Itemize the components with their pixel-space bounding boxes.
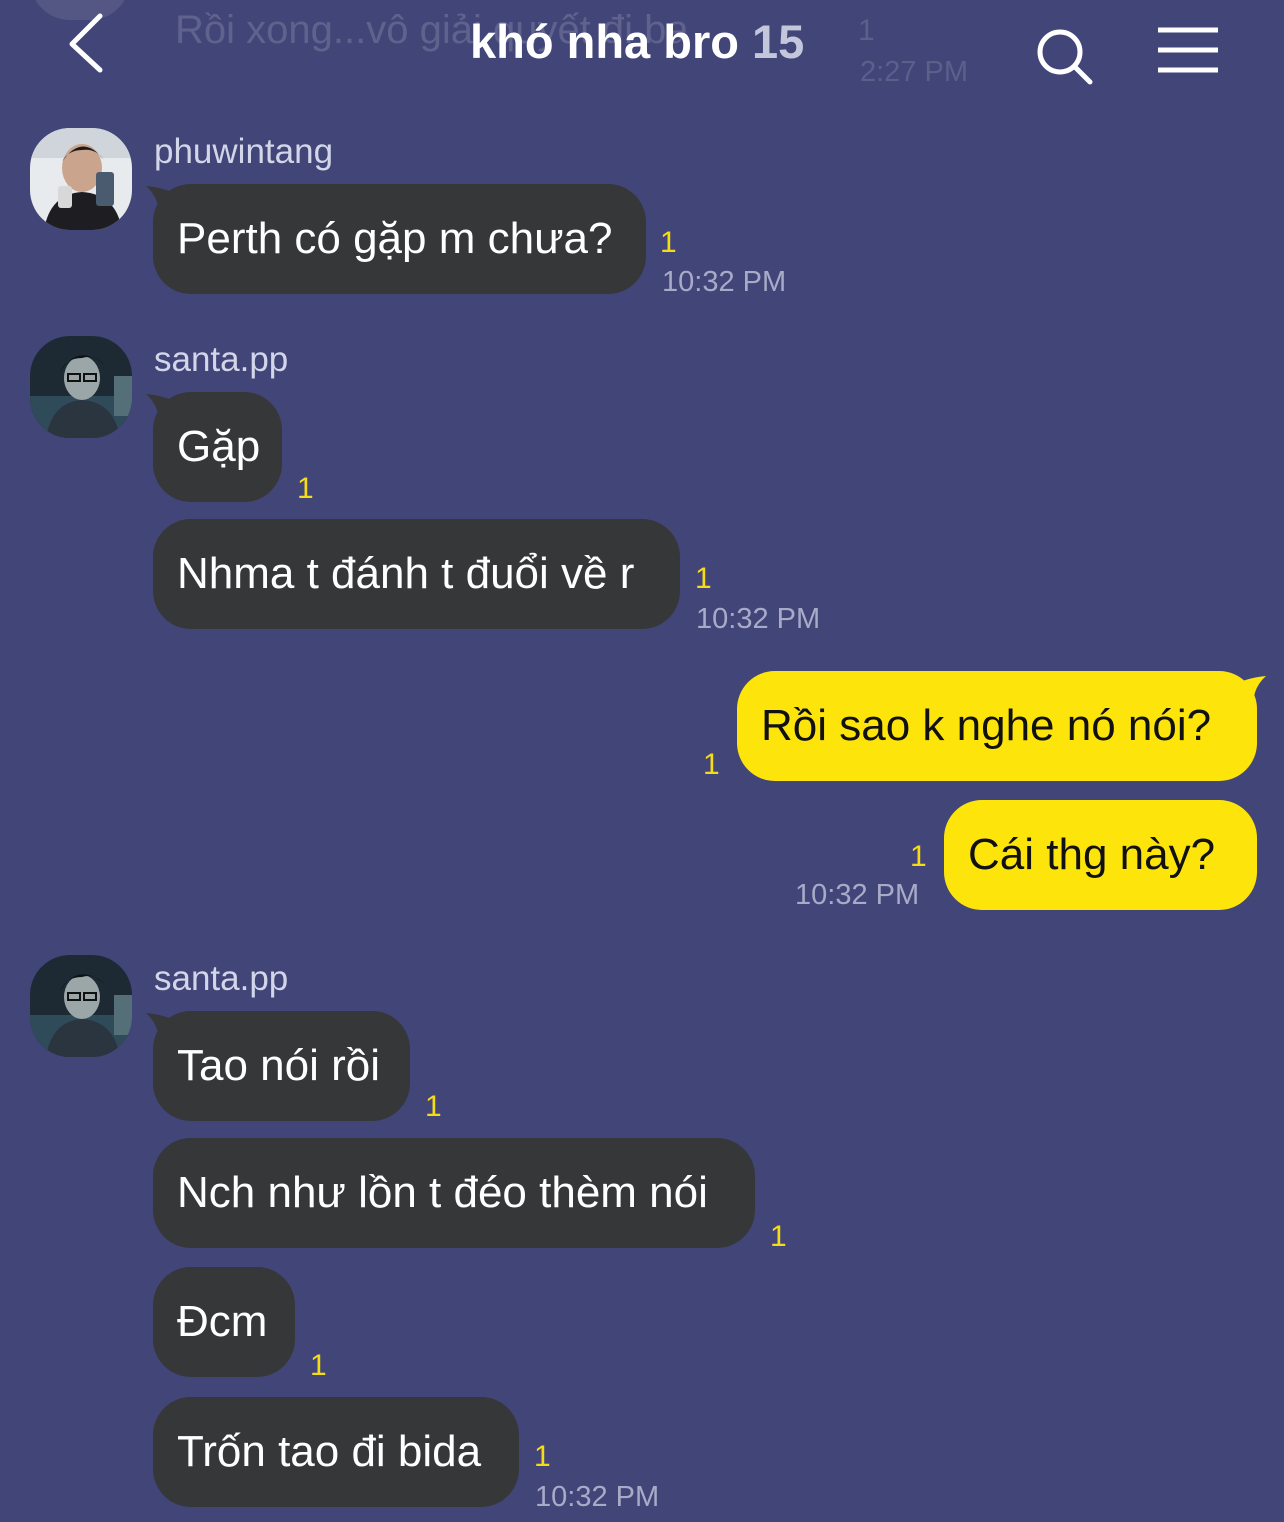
sender-name: santa.pp (154, 959, 289, 998)
unread-count: 1 (695, 562, 712, 595)
sender-name: phuwintang (154, 132, 334, 171)
message-bubble[interactable]: Trốn tao đi bida (153, 1397, 519, 1507)
unread-count: 1 (770, 1220, 787, 1253)
unread-count: 1 (425, 1090, 442, 1123)
ghost-timestamp: 2:27 PM (860, 56, 968, 88)
hamburger-menu-icon (1158, 27, 1218, 73)
sender-name: santa.pp (154, 340, 289, 379)
avatar-santa-pp[interactable] (30, 955, 132, 1057)
unread-count: 1 (703, 748, 720, 781)
search-icon (1037, 29, 1093, 85)
message-bubble[interactable]: Nhma t đánh t đuổi về r (153, 519, 680, 629)
chat-title: khó nha bro 15 (470, 14, 804, 69)
profile-photo-icon (30, 955, 132, 1057)
menu-button[interactable] (1152, 24, 1224, 78)
unread-count: 1 (297, 472, 314, 505)
chevron-left-icon (69, 13, 103, 73)
ghost-unread-count: 1 (858, 14, 875, 47)
message-bubble-outgoing[interactable]: Cái thg này? (944, 800, 1257, 910)
unread-count: 1 (534, 1440, 551, 1473)
unread-count: 1 (910, 840, 927, 873)
timestamp: 10:32 PM (535, 1481, 660, 1513)
avatar-phuwintang[interactable] (30, 128, 132, 230)
profile-photo-icon (30, 128, 132, 230)
message-bubble[interactable]: Đcm (153, 1267, 295, 1377)
avatar-santa-pp[interactable] (30, 336, 132, 438)
message-bubble[interactable]: Tao nói rồi (153, 1011, 410, 1121)
unread-count: 1 (310, 1349, 327, 1382)
message-bubble[interactable]: Gặp (153, 392, 282, 502)
timestamp: 10:32 PM (662, 266, 787, 298)
message-bubble-outgoing[interactable]: Rồi sao k nghe nó nói? (737, 671, 1257, 781)
search-button[interactable] (1030, 22, 1098, 88)
message-bubble[interactable]: Nch như lồn t đéo thèm nói (153, 1138, 755, 1248)
back-button[interactable] (60, 8, 120, 76)
chat-name: khó nha bro (470, 15, 739, 68)
timestamp: 10:32 PM (696, 603, 821, 635)
timestamp: 10:32 PM (795, 879, 920, 911)
profile-photo-icon (30, 336, 132, 438)
message-bubble[interactable]: Perth có gặp m chưa? (153, 184, 646, 294)
unread-count: 1 (660, 226, 677, 259)
member-count: 15 (752, 15, 805, 68)
